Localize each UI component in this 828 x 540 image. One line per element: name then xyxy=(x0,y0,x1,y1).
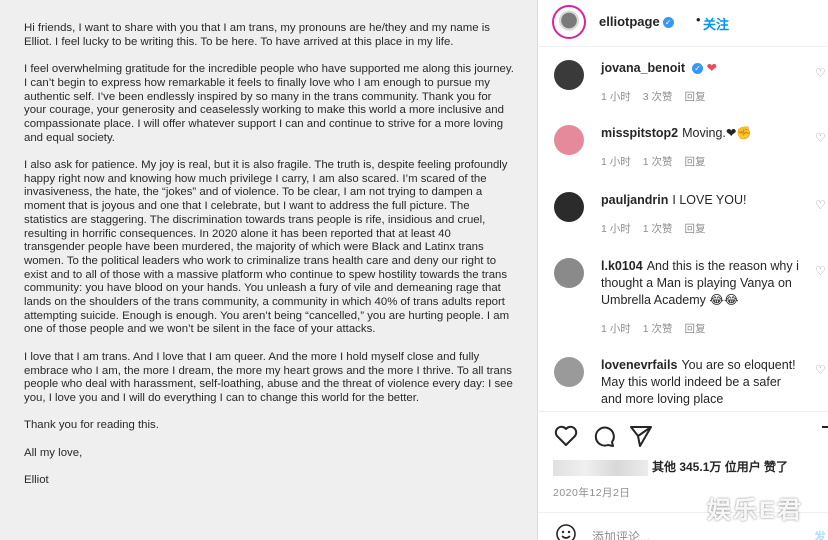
comment-username[interactable]: lovenevrfails xyxy=(601,358,677,372)
separator-dot: • xyxy=(696,12,701,27)
verified-badge-icon: ✓ xyxy=(692,63,704,75)
paragraph: I love that I am trans. And I love that … xyxy=(24,350,513,404)
avatar[interactable] xyxy=(554,357,584,387)
heart-icon[interactable] xyxy=(554,425,578,447)
comment-username[interactable]: jovana_benoit xyxy=(601,61,685,75)
paragraph: I also ask for patience. My joy is real,… xyxy=(24,159,510,336)
heart-icon[interactable]: ♡ xyxy=(815,264,827,278)
avatar[interactable] xyxy=(554,258,584,288)
comment-text: ❤ xyxy=(706,61,718,75)
post-statement-text: Hi friends, I want to share with you tha… xyxy=(24,22,514,502)
bookmark-icon[interactable] xyxy=(820,425,828,447)
comment-text: Moving.❤✊ xyxy=(682,126,752,140)
paragraph: All my love, xyxy=(24,446,83,459)
comment-time: 1 小时 xyxy=(601,223,631,235)
comment-username[interactable]: misspitstop2 xyxy=(601,126,678,140)
comment-time: 1 小时 xyxy=(601,323,631,335)
comment-likes[interactable]: 3 次赞 xyxy=(643,91,673,103)
comment-input[interactable]: 添加评论... xyxy=(592,528,650,540)
reply-button[interactable]: 回复 xyxy=(685,323,706,335)
comments-panel: elliotpage ✓ • 关注 jovana_benoit ✓ ❤ 1 小时 3 … xyxy=(537,0,828,540)
comment-text: I LOVE YOU! xyxy=(672,193,747,207)
reply-button[interactable]: 回复 xyxy=(685,91,706,103)
paragraph: Thank you for reading this. xyxy=(24,419,159,432)
post-header: elliotpage ✓ • 关注 xyxy=(538,0,828,47)
action-bar xyxy=(538,411,828,458)
comment-username[interactable]: l.k0104 xyxy=(601,259,643,273)
avatar[interactable] xyxy=(554,125,584,155)
avatar[interactable] xyxy=(554,60,584,90)
follow-button[interactable]: 关注 xyxy=(703,14,729,33)
avatar[interactable] xyxy=(552,5,586,39)
post-date: 2020年12月2日 xyxy=(553,487,631,499)
watermark: 娱乐E君 xyxy=(707,497,804,524)
comment-likes[interactable]: 1 次赞 xyxy=(643,323,673,335)
heart-icon[interactable]: ♡ xyxy=(815,363,827,377)
paragraph: Hi friends, I want to share with you tha… xyxy=(24,22,490,48)
comment-likes[interactable]: 1 次赞 xyxy=(643,223,673,235)
comment-icon[interactable] xyxy=(592,425,616,447)
comment-username[interactable]: pauljandrin xyxy=(601,193,668,207)
post-image: Hi friends, I want to share with you tha… xyxy=(0,0,537,540)
blurred-avatars xyxy=(553,459,648,476)
comment-time: 1 小时 xyxy=(601,156,631,168)
avatar[interactable] xyxy=(554,192,584,222)
reply-button[interactable]: 回复 xyxy=(685,223,706,235)
paragraph: Elliot xyxy=(24,474,49,487)
reply-button[interactable]: 回复 xyxy=(685,156,706,168)
heart-icon[interactable]: ♡ xyxy=(815,198,827,212)
paragraph: I feel overwhelming gratitude for the in… xyxy=(24,63,514,144)
comment-likes[interactable]: 1 次赞 xyxy=(643,156,673,168)
share-icon[interactable] xyxy=(629,425,653,447)
emoji-icon[interactable] xyxy=(555,523,577,540)
heart-icon[interactable]: ♡ xyxy=(815,131,827,145)
comment-time: 1 小时 xyxy=(601,91,631,103)
post-comment-button[interactable]: 发 xyxy=(814,528,826,540)
heart-icon[interactable]: ♡ xyxy=(815,66,827,80)
likes-count[interactable]: 其他 345.1万 位用户 赞了 xyxy=(553,458,788,476)
author-username[interactable]: elliotpage ✓ xyxy=(599,14,674,29)
verified-badge-icon: ✓ xyxy=(662,17,674,29)
